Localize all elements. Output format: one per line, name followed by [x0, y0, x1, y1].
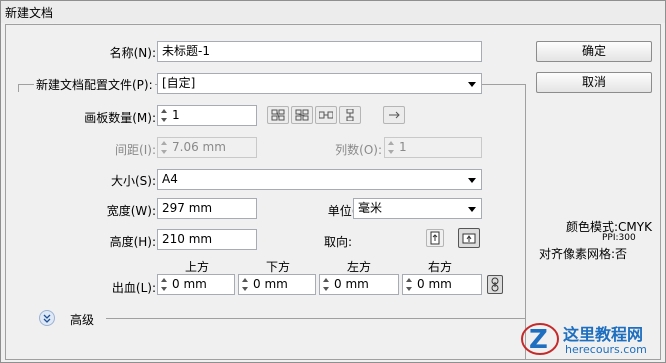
name-input[interactable]: 未标题-1	[157, 41, 482, 62]
width-label: 宽度(W):	[106, 204, 156, 218]
units-select[interactable]: 毫米	[353, 198, 482, 219]
stepper-arrows-icon[interactable]	[404, 276, 413, 293]
pixel-grid-info: 对齐像素网格:否	[539, 247, 628, 261]
height-label: 高度(H):	[109, 235, 156, 249]
watermark-title: 这里教程网	[563, 325, 644, 344]
size-label: 大小(S):	[110, 174, 156, 188]
svg-text:Z: Z	[529, 325, 548, 355]
profile-select[interactable]: [自定]	[157, 73, 482, 94]
height-input[interactable]: 210 mm	[157, 229, 257, 250]
advanced-divider	[106, 318, 526, 319]
bleed-left-stepper[interactable]: 0 mm	[319, 274, 399, 295]
artboards-value: 1	[172, 108, 180, 122]
spacing-label: 间距(I):	[115, 143, 156, 157]
spacing-stepper[interactable]: 7.06 mm	[157, 137, 257, 158]
cancel-button[interactable]: 取消	[536, 72, 652, 93]
bleed-right-value: 0 mm	[417, 277, 452, 291]
stepper-arrows-icon[interactable]	[240, 276, 249, 293]
link-icon[interactable]	[487, 275, 503, 294]
artboards-stepper[interactable]: 1	[157, 105, 257, 126]
portrait-icon[interactable]	[426, 229, 444, 247]
profile-label: 新建文档配置文件(P):	[34, 76, 155, 93]
new-document-dialog: 新建文档 名称(N): 未标题-1 新建文档配置文件(P): [自定] 画板数量…	[0, 0, 666, 363]
artboards-label: 画板数量(M):	[84, 111, 156, 125]
ok-button[interactable]: 确定	[536, 41, 652, 62]
stepper-arrows-icon	[386, 139, 395, 156]
bleed-bottom-stepper[interactable]: 0 mm	[238, 274, 316, 295]
stepper-arrows-icon[interactable]	[159, 276, 168, 293]
arrow-right-icon[interactable]	[383, 106, 405, 124]
columns-label: 列数(O):	[335, 143, 382, 157]
chevron-down-icon	[468, 82, 476, 87]
units-select-value: 毫米	[358, 201, 383, 215]
bleed-right-label: 右方	[428, 260, 453, 274]
profile-select-value: [自定]	[162, 76, 196, 90]
ppi-info: PPI:300	[602, 233, 636, 243]
size-select[interactable]: A4	[157, 169, 482, 190]
dialog-body: 名称(N): 未标题-1 新建文档配置文件(P): [自定] 画板数量(M): …	[5, 24, 661, 360]
spacing-value: 7.06 mm	[172, 140, 226, 154]
bleed-top-label: 上方	[185, 260, 210, 274]
grid-by-row-icon[interactable]	[267, 106, 289, 124]
bleed-bottom-value: 0 mm	[253, 277, 288, 291]
bleed-label: 出血(L):	[111, 281, 156, 295]
bleed-top-value: 0 mm	[172, 277, 207, 291]
bleed-top-stepper[interactable]: 0 mm	[157, 274, 235, 295]
columns-stepper[interactable]: 1	[384, 137, 482, 158]
chevron-down-icon	[468, 207, 476, 212]
stepper-arrows-icon[interactable]	[159, 107, 168, 124]
arrange-by-column-icon[interactable]	[339, 106, 361, 124]
advanced-label[interactable]: 高级	[70, 311, 94, 328]
bleed-left-label: 左方	[347, 260, 372, 274]
bleed-bottom-label: 下方	[266, 260, 291, 274]
grid-by-column-icon[interactable]	[291, 106, 313, 124]
bleed-right-stepper[interactable]: 0 mm	[402, 274, 482, 295]
dialog-title: 新建文档	[5, 6, 54, 20]
columns-value: 1	[399, 140, 407, 154]
title-bar: 新建文档	[1, 1, 665, 23]
expand-chevron-icon[interactable]	[39, 310, 55, 326]
watermark-logo: Z 这里教程网 herecours.com	[519, 319, 665, 361]
chevron-down-icon	[468, 178, 476, 183]
width-input[interactable]: 297 mm	[157, 198, 257, 219]
stepper-arrows-icon	[159, 139, 168, 156]
size-select-value: A4	[162, 172, 178, 186]
orientation-label: 取向:	[324, 235, 353, 249]
stepper-arrows-icon[interactable]	[321, 276, 330, 293]
arrange-by-row-icon[interactable]	[315, 106, 337, 124]
bleed-left-value: 0 mm	[334, 277, 369, 291]
landscape-icon[interactable]	[458, 228, 480, 248]
watermark-url: herecours.com	[565, 343, 647, 356]
name-label: 名称(N):	[109, 46, 156, 60]
